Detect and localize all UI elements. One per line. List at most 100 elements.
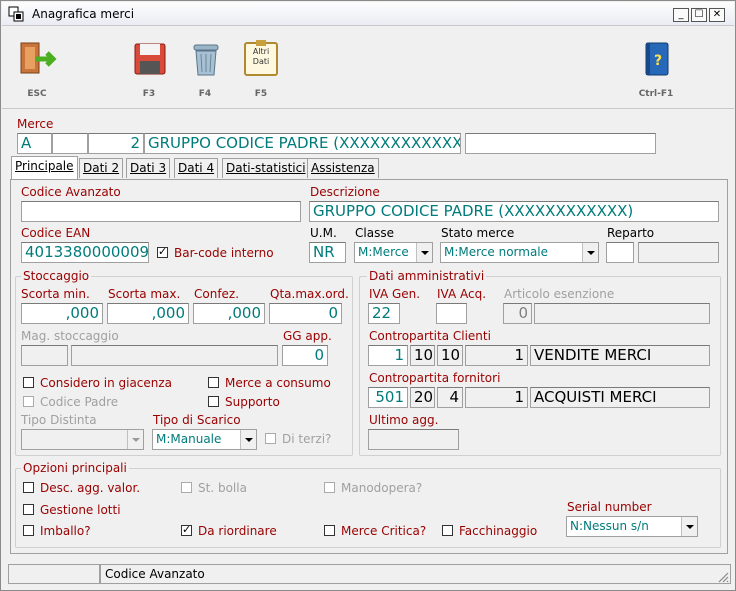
clienti-conto2-field: 10 [410, 345, 435, 366]
contropartita-clienti-label: Contropartita Clienti [369, 329, 491, 343]
manodopera-checkbox [324, 482, 335, 493]
um-field[interactable]: NR [309, 242, 346, 263]
help-button[interactable]: ? Ctrl-F1 [631, 37, 681, 101]
ean-label: Codice EAN [21, 226, 91, 240]
close-button[interactable]: ✕ [709, 8, 725, 22]
save-button[interactable]: F3 [127, 37, 171, 101]
articolo-esenzione-label: Articolo esenzione [504, 287, 615, 301]
ean-field[interactable]: 4013380000009 [21, 242, 149, 263]
merce-extra-field[interactable] [465, 133, 656, 154]
tab-label: Dati 2 [83, 161, 120, 175]
tab-assistenza[interactable]: Assistenza [307, 158, 379, 178]
iva-gen-field[interactable]: 22 [368, 303, 400, 324]
merce-critica-checkbox[interactable] [324, 525, 335, 536]
codice-avanzato-field[interactable] [21, 201, 301, 222]
merce-consumo-checkbox[interactable] [208, 377, 219, 388]
tab-principale[interactable]: Principale [11, 156, 78, 180]
opzioni-principali-title: Opzioni principali [21, 461, 129, 475]
scorta-max-field[interactable]: ,000 [107, 303, 189, 324]
floppy-save-icon [134, 43, 166, 75]
resize-grip-icon[interactable] [717, 571, 729, 583]
iva-acq-field[interactable] [436, 303, 467, 324]
clienti-conto1-field[interactable]: 1 [368, 345, 408, 366]
esc-button[interactable]: ESC [15, 37, 59, 101]
merce-code1-field[interactable]: A [17, 133, 52, 154]
delete-button[interactable]: F4 [183, 37, 227, 101]
stato-merce-select[interactable]: M:Merce normale [440, 242, 599, 263]
iva-acq-label: IVA Acq. [437, 287, 487, 301]
facchinaggio-checkbox[interactable] [442, 525, 453, 536]
tipo-distinta-select [21, 429, 144, 450]
title-bar: Anagrafica merci _ ☐ ✕ [2, 2, 734, 26]
gestione-lotti-checkbox[interactable] [23, 504, 34, 515]
di-terzi-checkbox [265, 433, 276, 444]
maximize-button[interactable]: ☐ [691, 8, 707, 22]
fornitori-conto1-field[interactable]: 501 [368, 387, 408, 408]
descrizione-label: Descrizione [310, 185, 380, 199]
altri-dati-text: Altri Dati [252, 47, 270, 66]
tab-dati-4[interactable]: Dati 4 [174, 158, 219, 178]
gg-app-field[interactable]: 0 [282, 345, 328, 366]
tab-label: Assistenza [311, 161, 375, 175]
tab-dati-2[interactable]: Dati 2 [79, 158, 124, 178]
esc-label: ESC [27, 89, 47, 99]
altri-dati-button[interactable]: Altri Dati F5 [239, 37, 283, 101]
supporto-checkbox[interactable] [208, 396, 219, 407]
fornitori-desc-field: ACQUISTI MERCI [530, 387, 710, 408]
clienti-conto3-field: 10 [437, 345, 463, 366]
mag-stoccaggio-label: Mag. stoccaggio [21, 329, 119, 343]
merce-consumo-label: Merce a consumo [225, 376, 331, 390]
da-riordinare-checkbox[interactable] [181, 523, 192, 536]
descrizione-field[interactable]: GRUPPO CODICE PADRE (XXXXXXXXXXXX) [309, 201, 719, 222]
fornitori-conto4-field: 1 [465, 387, 528, 408]
merce-critica-label: Merce Critica? [341, 524, 427, 538]
tab-label: Dati 4 [178, 161, 215, 175]
merce-label: Merce [17, 117, 54, 131]
reparto-label: Reparto [607, 226, 655, 240]
window-title: Anagrafica merci [32, 7, 135, 21]
fornitori-conto2-field: 20 [410, 387, 435, 408]
merce-code3-field[interactable]: 2 [88, 133, 144, 154]
chevron-down-icon [416, 243, 432, 262]
barcode-interno-checkbox[interactable] [157, 245, 168, 258]
serial-number-select[interactable]: N:Nessun s/n [566, 516, 698, 537]
articolo-esenzione-code-field: 0 [503, 303, 532, 324]
trash-icon [193, 44, 219, 76]
merce-name-field[interactable]: GRUPPO CODICE PADRE (XXXXXXXXXXXX) [144, 133, 461, 154]
qta-max-ord-field[interactable]: 0 [269, 303, 342, 324]
scorta-min-field[interactable]: ,000 [21, 303, 103, 324]
ultimo-agg-label: Ultimo agg. [369, 413, 439, 427]
window: Anagrafica merci _ ☐ ✕ ESC F3 F4 Altri D… [0, 0, 736, 591]
considero-giacenza-checkbox[interactable] [23, 377, 34, 388]
reparto-code-field[interactable] [606, 242, 634, 263]
supporto-label: Supporto [225, 395, 280, 409]
st-bolla-checkbox [181, 482, 192, 493]
tipo-scarico-select[interactable]: M:Manuale [152, 429, 257, 450]
confez-field[interactable]: ,000 [193, 303, 265, 324]
stoccaggio-title: Stoccaggio [21, 269, 92, 283]
um-label: U.M. [310, 226, 337, 240]
imballo-checkbox[interactable] [23, 525, 34, 536]
tipo-distinta-label: Tipo Distinta [21, 413, 97, 427]
codice-padre-label: Codice Padre [40, 395, 119, 409]
minimize-button[interactable]: _ [673, 8, 689, 22]
desc-agg-valor-label: Desc. agg. valor. [40, 481, 141, 495]
merce-code2-field[interactable] [52, 133, 88, 154]
tab-dati-statistici[interactable]: Dati-statistici [222, 158, 310, 178]
tab-label: Dati-statistici [226, 161, 306, 175]
iva-gen-label: IVA Gen. [369, 287, 421, 301]
fornitori-conto3-field: 4 [437, 387, 463, 408]
classe-select[interactable]: M:Merce [354, 242, 433, 263]
codice-padre-checkbox [23, 396, 34, 407]
tab-dati-3[interactable]: Dati 3 [126, 158, 171, 178]
clienti-conto4-field: 1 [465, 345, 528, 366]
scorta-min-label: Scorta min. [21, 287, 90, 301]
help-book-icon: ? [645, 42, 669, 76]
clienti-desc-field: VENDITE MERCI [530, 345, 710, 366]
di-terzi-label: Di terzi? [282, 432, 332, 446]
gestione-lotti-label: Gestione lotti [40, 503, 121, 517]
mag-stoccaggio-code-field [21, 345, 68, 366]
desc-agg-valor-checkbox[interactable] [23, 482, 34, 493]
tipo-scarico-value: M:Manuale [156, 432, 222, 446]
serial-number-label: Serial number [567, 500, 652, 514]
